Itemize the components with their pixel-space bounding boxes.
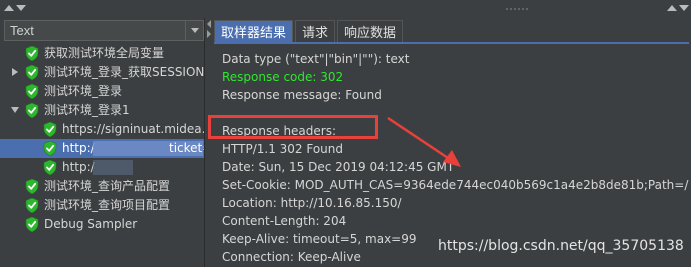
watermark: https://blog.csdn.net/qq_35705138 bbox=[438, 238, 684, 254]
annotation-arrow bbox=[387, 116, 461, 167]
arrow-head-icon bbox=[443, 150, 461, 167]
arrow-shaft bbox=[387, 116, 449, 160]
